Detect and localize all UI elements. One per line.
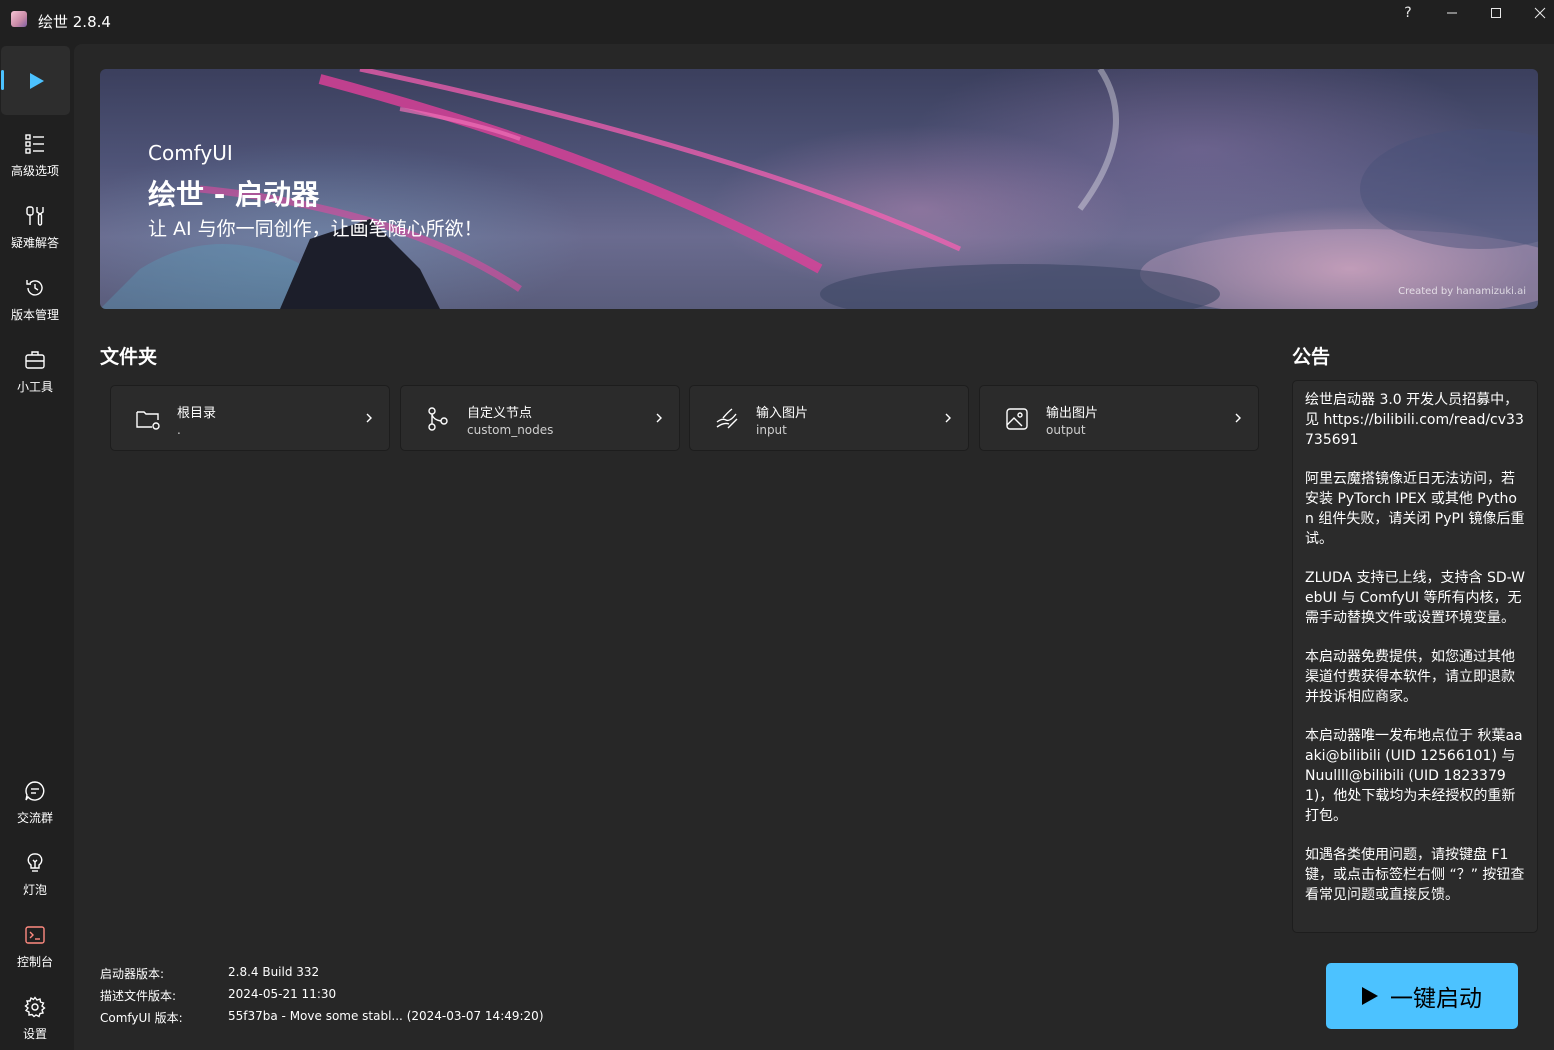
folder-path: . — [177, 423, 181, 437]
notice-title: 公告 — [1292, 346, 1331, 368]
folder-path: output — [1046, 423, 1086, 437]
notice-paragraph: 本启动器唯一发布地点位于 秋葉aaaki@bilibili (UID 12566… — [1305, 728, 1523, 824]
folders-title: 文件夹 — [100, 346, 158, 368]
sidebar-item-versions[interactable]: 版本管理 — [0, 266, 70, 336]
sidebar-item-label: 设置 — [22, 1027, 47, 1041]
folder-path: input — [756, 423, 787, 437]
banner-subtitle: ComfyUI — [148, 141, 233, 165]
toolbox-icon — [23, 348, 47, 372]
banner-credit: Created by hanamizuki.ai — [1398, 286, 1526, 297]
info-value: 55f37ba - Move some stabl... (2024-03-07… — [228, 1009, 544, 1023]
folder-icon — [136, 411, 160, 430]
chat-icon — [23, 779, 47, 803]
sidebar-item-advanced[interactable]: 高级选项 — [0, 122, 70, 192]
chevron-right-icon — [656, 413, 662, 423]
sidebar-item-label: 灯泡 — [22, 883, 47, 897]
main-content: ComfyUI 绘世 - 启动器 让 AI 与你一同创作，让画笔随心所欲！ Cr… — [74, 44, 1554, 1050]
active-indicator — [1, 70, 4, 90]
minimize-icon — [1447, 12, 1457, 14]
output-image-icon — [1006, 408, 1028, 430]
info-value: 2.8.4 Build 332 — [228, 965, 320, 979]
info-label: 启动器版本: — [100, 967, 165, 981]
sidebar-item-label: 版本管理 — [10, 308, 59, 322]
notice-paragraph: 绘世启动器 3.0 开发人员招募中，见 https://bilibili.com… — [1305, 392, 1524, 448]
sidebar-item-label: 控制台 — [16, 955, 53, 969]
sidebar-item-label: 小工具 — [16, 380, 53, 394]
folder-card-input[interactable]: 输入图片 input — [689, 385, 969, 451]
sidebar-item-label: 交流群 — [16, 811, 53, 825]
list-icon — [23, 132, 47, 156]
launch-button-label: 一键启动 — [1390, 986, 1482, 1012]
notice-paragraph: 阿里云魔搭镜像近日无法访问，若安装 PyTorch IPEX 或其他 Pytho… — [1305, 471, 1525, 547]
notice-paragraph: ZLUDA 支持已上线，支持含 SD-WebUI 与 ComfyUI 等所有内核… — [1305, 570, 1525, 626]
sidebar-item-bulb[interactable]: 灯泡 — [0, 841, 70, 911]
chevron-right-icon — [366, 413, 372, 423]
folder-name: 根目录 — [177, 406, 217, 421]
info-value: 2024-05-21 11:30 — [228, 987, 337, 1001]
sidebar-item-settings[interactable]: 设置 — [0, 985, 70, 1050]
close-icon — [1534, 7, 1546, 19]
notice-paragraph: 如遇各类使用问题，请按键盘 F1 键，或点击标签栏右侧 “？” 按钮查看常见问题… — [1305, 847, 1525, 903]
banner-title: 绘世 - 启动器 — [148, 178, 320, 211]
play-icon — [24, 69, 48, 93]
history-icon — [23, 276, 47, 300]
maximize-button[interactable] — [1474, 0, 1518, 26]
notice-paragraph: 本启动器免费提供，如您通过其他渠道付费获得本软件，请立即退款并投诉相应商家。 — [1305, 649, 1515, 705]
window-title: 绘世 2.8.4 — [38, 13, 111, 31]
sidebar-item-console[interactable]: 控制台 — [0, 913, 70, 983]
folder-card-custom-nodes[interactable]: 自定义节点 custom_nodes — [400, 385, 680, 451]
folder-card-root[interactable]: 根目录 . — [110, 385, 390, 451]
play-icon — [1362, 987, 1378, 1005]
folder-path: custom_nodes — [467, 423, 554, 437]
one-click-launch-button[interactable]: 一键启动 — [1326, 963, 1518, 1029]
chevron-right-icon — [1235, 413, 1241, 423]
lightbulb-icon — [23, 851, 47, 875]
folder-card-output[interactable]: 输出图片 output — [979, 385, 1259, 451]
close-button[interactable] — [1518, 0, 1554, 26]
app-logo-icon — [11, 11, 27, 27]
app-window: 绘世 2.8.4 ? 高级选项 疑难解答 版本管理 小工具 交流群 灯泡 控制台… — [0, 0, 1554, 1050]
folder-name: 输出图片 — [1046, 406, 1099, 421]
notice-panel[interactable]: 绘世启动器 3.0 开发人员招募中，见 https://bilibili.com… — [1292, 380, 1538, 933]
sidebar-item-launch[interactable] — [1, 46, 70, 115]
sidebar: 高级选项 疑难解答 版本管理 小工具 交流群 灯泡 控制台 设置 — [0, 44, 72, 1050]
sidebar-item-troubleshoot[interactable]: 疑难解答 — [0, 194, 70, 264]
title-bar: 绘世 2.8.4 ? — [0, 0, 1554, 44]
sidebar-item-label: 疑难解答 — [10, 236, 59, 250]
console-icon — [23, 923, 47, 947]
input-image-icon — [716, 408, 738, 429]
help-button[interactable]: ? — [1386, 0, 1430, 26]
info-label: ComfyUI 版本: — [100, 1011, 183, 1025]
banner-slogan: 让 AI 与你一同创作，让画笔随心所欲！ — [148, 218, 483, 240]
tools-icon — [23, 204, 47, 228]
minimize-button[interactable] — [1430, 0, 1474, 26]
folder-name: 输入图片 — [756, 406, 809, 421]
chevron-right-icon — [945, 413, 951, 423]
folder-name: 自定义节点 — [467, 406, 533, 421]
branch-icon — [428, 407, 448, 431]
info-label: 描述文件版本: — [100, 989, 177, 1003]
sidebar-item-community[interactable]: 交流群 — [0, 769, 70, 839]
sidebar-item-label: 高级选项 — [10, 164, 59, 178]
maximize-icon — [1491, 8, 1501, 18]
gear-icon — [23, 995, 47, 1019]
banner: ComfyUI 绘世 - 启动器 让 AI 与你一同创作，让画笔随心所欲！ Cr… — [100, 69, 1538, 309]
sidebar-item-tools[interactable]: 小工具 — [0, 338, 70, 408]
